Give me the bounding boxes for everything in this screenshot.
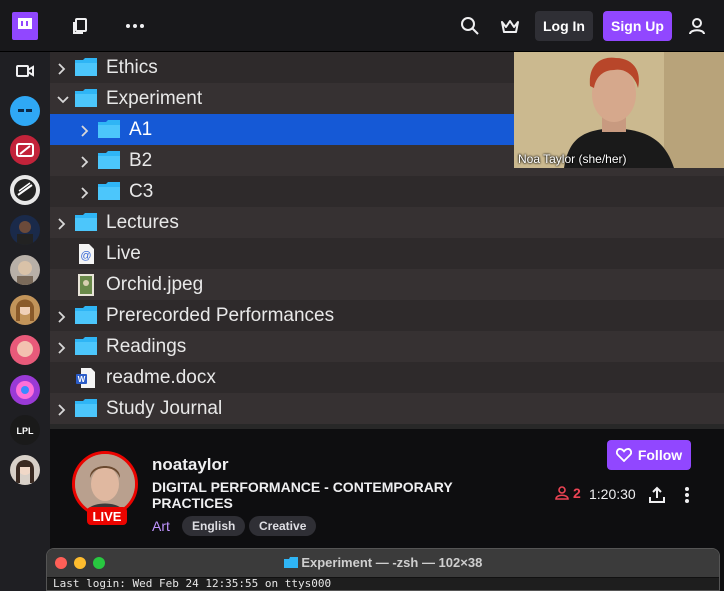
terminal-title-bar[interactable]: Experiment — -zsh — 102×38 [47,549,719,578]
followed-channels-icon[interactable] [11,57,39,85]
crown-icon[interactable] [496,12,524,40]
chevron-right-icon[interactable] [79,184,89,199]
terminal-output: Last login: Wed Feb 24 12:35:55 on ttys0… [53,577,332,590]
channel-avatar[interactable] [10,295,40,325]
twitch-logo-icon[interactable] [12,12,38,40]
finder-row-label: A1 [129,119,153,140]
webcam-overlay: Noa Taylor (she/her) [514,52,724,168]
channel-avatar[interactable] [10,255,40,285]
webloc-file-icon: @ [75,243,97,264]
finder-row-label: Live [106,243,141,264]
follow-button[interactable]: Follow [607,440,691,470]
finder-row-label: Study Journal [106,398,223,419]
channel-avatar[interactable] [10,175,40,205]
channel-name[interactable]: noataylor [152,455,229,475]
image-file-icon [75,274,97,296]
more-vertical-icon[interactable] [673,481,701,509]
stream-title: DIGITAL PERFORMANCE - CONTEMPORARY PRACT… [152,479,453,511]
folder-icon [75,212,97,232]
finder-row[interactable]: Readings [50,331,724,362]
channel-avatar[interactable] [10,375,40,405]
browse-icon[interactable] [66,12,94,40]
folder-icon [75,336,97,356]
finder-row-label: B2 [129,150,153,171]
tag-chip[interactable]: English [182,516,246,536]
side-nav: LPL [0,52,50,591]
finder-row-label: Orchid.jpeg [106,274,204,295]
terminal-title: Experiment — -zsh — 102×38 [47,555,719,570]
chevron-right-icon[interactable] [56,401,66,416]
category-link[interactable]: Art [152,518,170,534]
folder-icon [283,557,298,568]
follow-label: Follow [637,447,683,463]
channel-avatar[interactable]: LPL [10,415,40,445]
folder-icon [98,181,120,201]
folder-icon [98,150,120,170]
finder-row[interactable]: C3 [50,176,724,207]
finder-row-label: C3 [129,181,154,202]
channel-avatar[interactable] [10,335,40,365]
finder-row-label: Prerecorded Performances [106,305,335,326]
folder-icon [75,57,97,77]
tag-chip[interactable]: Creative [249,516,317,536]
stream-uptime: 1:20:30 [589,486,636,502]
viewer-count: 2 [555,485,581,501]
user-icon[interactable] [683,12,711,40]
share-icon[interactable] [643,481,671,509]
finder-row[interactable]: Wreadme.docx [50,362,724,393]
svg-text:@: @ [80,250,91,262]
viewers-icon [555,486,569,500]
svg-text:LPL: LPL [17,426,35,436]
folder-icon [75,305,97,325]
finder-row-label: readme.docx [106,367,216,388]
finder-row-label: Experiment [106,88,203,109]
log-in-button[interactable]: Log In [535,11,593,41]
more-options-icon[interactable] [121,12,149,40]
chevron-right-icon[interactable] [56,215,66,230]
finder-row[interactable]: Orchid.jpeg [50,269,724,300]
video-player[interactable]: Ethics Experiment A1 B2 C3 Lectures @ Live Orchi… [50,52,724,429]
live-badge: LIVE [87,507,127,525]
stream-info-panel: LIVE noataylor DIGITAL PERFORMANCE - CON… [50,429,724,547]
finder-row-label: Ethics [106,57,158,78]
chevron-right-icon[interactable] [79,153,89,168]
svg-text:W: W [78,375,86,384]
viewer-count-value: 2 [573,485,581,501]
chevron-down-icon[interactable] [56,91,69,105]
heart-icon [615,448,632,462]
finder-row-label: Readings [106,336,187,357]
folder-icon [98,119,120,139]
search-icon[interactable] [456,12,484,40]
sign-up-button[interactable]: Sign Up [603,11,672,41]
chevron-right-icon[interactable] [56,60,66,75]
chevron-right-icon[interactable] [79,122,89,137]
channel-avatar[interactable] [10,455,40,485]
terminal-window[interactable]: Experiment — -zsh — 102×38 Last login: W… [46,548,720,591]
chevron-right-icon[interactable] [56,308,66,323]
channel-avatar[interactable] [10,96,40,126]
webcam-name-label: Noa Taylor (she/her) [518,152,627,166]
finder-row[interactable]: Prerecorded Performances [50,300,724,331]
chevron-right-icon[interactable] [56,339,66,354]
folder-icon [75,88,97,108]
word-document-icon: W [75,367,97,388]
channel-avatar[interactable] [10,135,40,165]
top-nav-bar: Log In Sign Up [0,0,724,52]
finder-row[interactable]: Study Journal [50,393,724,424]
finder-row-label: Lectures [106,212,179,233]
channel-avatar[interactable] [10,215,40,245]
finder-row[interactable]: @ Live [50,238,724,269]
folder-icon [75,398,97,418]
finder-row[interactable]: Lectures [50,207,724,238]
